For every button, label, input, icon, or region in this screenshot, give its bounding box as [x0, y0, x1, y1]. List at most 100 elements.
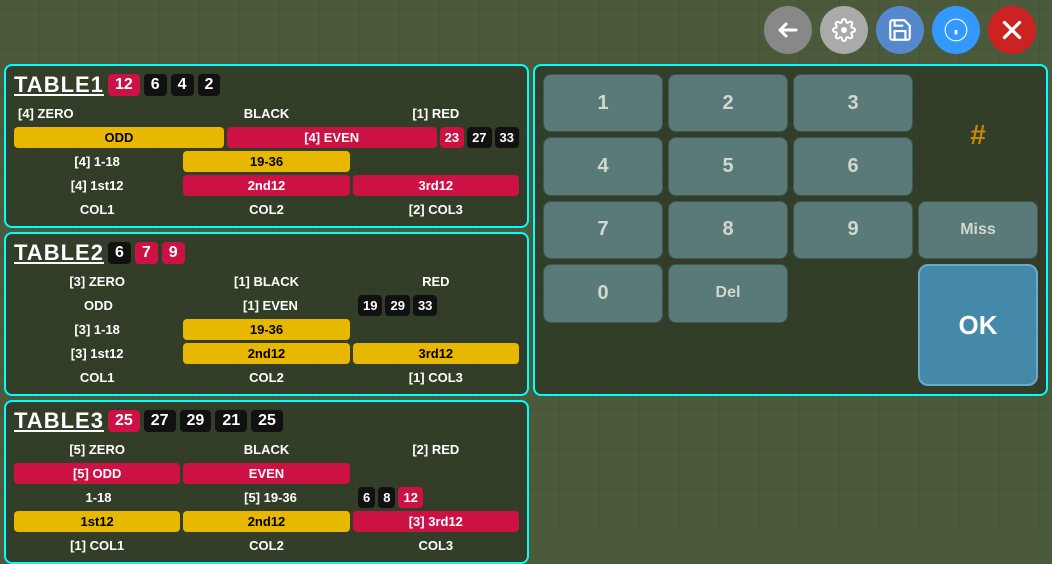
table3-badge-1: 27: [144, 410, 176, 432]
t3-red: [2] RED: [353, 439, 519, 460]
t1-high: 19-36: [183, 151, 349, 172]
numpad-2[interactable]: 2: [668, 74, 788, 132]
t2-black: [1] BLACK: [183, 271, 349, 292]
table1-row-col: COL1 COL2 [2] COL3: [14, 199, 519, 220]
t2-col2: COL2: [183, 367, 349, 388]
table3-panel: TABLE3 25 27 29 21 25 [5] ZERO BLACK [2]…: [4, 400, 529, 564]
numpad-8[interactable]: 8: [668, 201, 788, 259]
table3-badge-3: 21: [215, 410, 247, 432]
table1-badge-0: 12: [108, 74, 140, 96]
numpad-del[interactable]: Del: [668, 264, 788, 322]
t3-col3: COL3: [353, 535, 519, 556]
numpad-5[interactable]: 5: [668, 137, 788, 195]
t2-col1: COL1: [14, 367, 180, 388]
t2-low: [3] 1-18: [14, 319, 180, 340]
table2-row-odd: ODD [1] EVEN 19 29 33: [14, 295, 519, 316]
t3-zero: [5] ZERO: [14, 439, 180, 460]
t3-odd-empty: [353, 471, 519, 477]
t3-col1: [1] COL1: [14, 535, 180, 556]
numpad-7[interactable]: 7: [543, 201, 663, 259]
t3-even: EVEN: [183, 463, 349, 484]
close-button[interactable]: [988, 6, 1036, 54]
t1-even: [4] EVEN: [227, 127, 437, 148]
t1-extra: 23 27 33: [440, 127, 519, 148]
table2-row-range: [3] 1-18 19-36: [14, 319, 519, 340]
numpad-6[interactable]: 6: [793, 137, 913, 195]
table3-badge-2: 29: [180, 410, 212, 432]
table2-row-zero: [3] ZERO [1] BLACK RED: [14, 271, 519, 292]
table2-panel: TABLE2 6 7 9 [3] ZERO [1] BLACK RED ODD …: [4, 232, 529, 396]
t1-num-33: 33: [495, 127, 519, 148]
table1-row-odd: ODD [4] EVEN 23 27 33: [14, 127, 519, 148]
main-layout: TABLE1 12 6 4 2 [4] ZERO BLACK [1] RED O…: [0, 60, 1052, 529]
t2-high: 19-36: [183, 319, 349, 340]
t3-low: 1-18: [14, 487, 183, 508]
t1-black: BLACK: [183, 103, 349, 124]
table1-row-range: [4] 1-18 19-36: [14, 151, 519, 172]
save-button[interactable]: [876, 6, 924, 54]
t2-odd: ODD: [14, 295, 183, 316]
t3-extra: 6 8 12: [358, 487, 519, 508]
t1-col1: COL1: [14, 199, 180, 220]
table3-row-col: [1] COL1 COL2 COL3: [14, 535, 519, 556]
t1-odd: ODD: [14, 127, 224, 148]
t1-num-23: 23: [440, 127, 464, 148]
t2-col3: [1] COL3: [353, 367, 519, 388]
table2-header: TABLE2 6 7 9: [14, 240, 519, 266]
table2-badge-0: 6: [108, 242, 131, 264]
numpad-3[interactable]: 3: [793, 74, 913, 132]
t1-zero: [4] ZERO: [14, 103, 180, 124]
t1-col3: [2] COL3: [353, 199, 519, 220]
table1-badge-3: 2: [198, 74, 221, 96]
table3-badge-4: 25: [251, 410, 283, 432]
numpad-ok[interactable]: OK: [918, 264, 1038, 386]
t3-black: BLACK: [183, 439, 349, 460]
info-button[interactable]: [932, 6, 980, 54]
table2-title: TABLE2: [14, 240, 104, 266]
numpad-9[interactable]: 9: [793, 201, 913, 259]
t1-red: [1] RED: [353, 103, 519, 124]
t2-even: [1] EVEN: [186, 295, 355, 316]
table3-row-zero: [5] ZERO BLACK [2] RED: [14, 439, 519, 460]
numpad-miss[interactable]: Miss: [918, 201, 1038, 259]
numpad-panel: 1 2 3 # 4 5 6 7 8 9 Miss 0 Del OK: [533, 64, 1048, 396]
t3-high: [5] 19-36: [186, 487, 355, 508]
numpad-4[interactable]: 4: [543, 137, 663, 195]
t2-red: RED: [353, 271, 519, 292]
table1-title: TABLE1: [14, 72, 104, 98]
numpad-1[interactable]: 1: [543, 74, 663, 132]
t1-col2: COL2: [183, 199, 349, 220]
t1-2nd12: 2nd12: [183, 175, 349, 196]
t1-num-27: 27: [467, 127, 491, 148]
table3-row-range: 1-18 [5] 19-36 6 8 12: [14, 487, 519, 508]
t2-1st12: [3] 1st12: [14, 343, 180, 364]
table3-row-odd: [5] ODD EVEN: [14, 463, 519, 484]
table3-title: TABLE3: [14, 408, 104, 434]
table2-badge-1: 7: [135, 242, 158, 264]
toolbar: [752, 0, 1052, 60]
table2-badge-2: 9: [162, 242, 185, 264]
table1-badge-2: 4: [171, 74, 194, 96]
t1-low: [4] 1-18: [14, 151, 180, 172]
t1-1st12: [4] 1st12: [14, 175, 180, 196]
table1-row-zero: [4] ZERO BLACK [1] RED: [14, 103, 519, 124]
table1-badge-1: 6: [144, 74, 167, 96]
t2-num-33: 33: [413, 295, 437, 316]
table2-row-col: COL1 COL2 [1] COL3: [14, 367, 519, 388]
t2-num-19: 19: [358, 295, 382, 316]
numpad-0[interactable]: 0: [543, 264, 663, 322]
t2-2nd12: 2nd12: [183, 343, 349, 364]
back-button[interactable]: [764, 6, 812, 54]
table2-row-dozen: [3] 1st12 2nd12 3rd12: [14, 343, 519, 364]
table3-badge-0: 25: [108, 410, 140, 432]
t3-num-12: 12: [398, 487, 422, 508]
t3-num-6: 6: [358, 487, 375, 508]
t2-zero: [3] ZERO: [14, 271, 180, 292]
t2-3rd12: 3rd12: [353, 343, 519, 364]
t1-3rd12: 3rd12: [353, 175, 519, 196]
settings-button[interactable]: [820, 6, 868, 54]
t2-num-29: 29: [385, 295, 409, 316]
t2-range-empty: [353, 327, 519, 333]
table1-header: TABLE1 12 6 4 2: [14, 72, 519, 98]
hash-symbol: #: [918, 74, 1038, 196]
